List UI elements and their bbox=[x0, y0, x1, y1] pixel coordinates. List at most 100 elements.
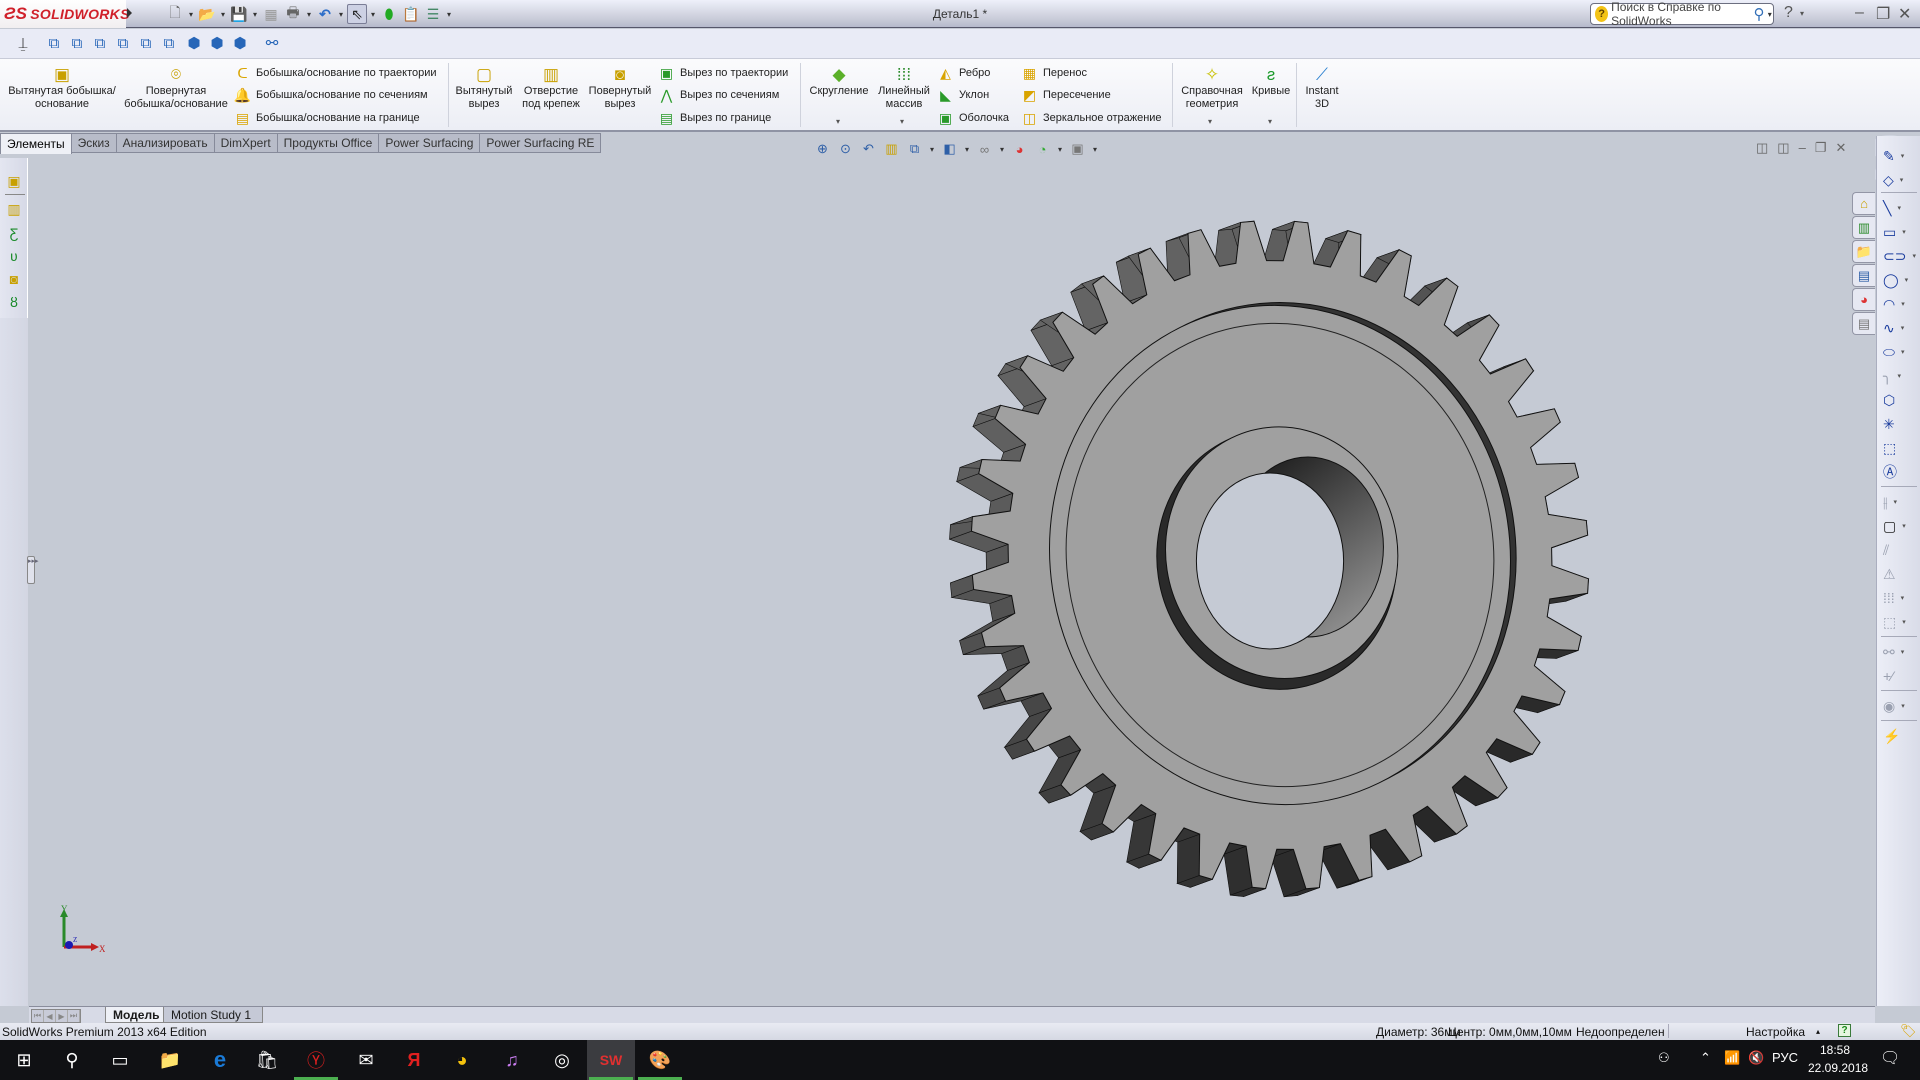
viewport-minimize-icon[interactable]: – bbox=[1799, 140, 1806, 156]
grid-icon[interactable]: ▦ bbox=[261, 4, 281, 24]
viewport-close-icon[interactable]: ✕ bbox=[1835, 140, 1846, 156]
customize-arrow-icon[interactable]: ▴ bbox=[1816, 1027, 1820, 1036]
view-selector-icon[interactable]: ⚯ bbox=[262, 33, 282, 53]
close-icon[interactable]: ✕ bbox=[1898, 4, 1911, 24]
file-explorer-icon[interactable]: 📁 bbox=[1852, 240, 1875, 263]
instant3d-button[interactable]: ⟋ Instant 3D bbox=[1300, 65, 1344, 111]
yandex-icon[interactable]: Я bbox=[390, 1040, 438, 1080]
network-icon[interactable]: 📶 bbox=[1724, 1050, 1740, 1066]
arc-icon[interactable]: ◠ ▾ bbox=[1883, 294, 1915, 314]
itunes-icon[interactable]: ♫ bbox=[488, 1040, 536, 1080]
add-relation-icon[interactable]: +⁄ bbox=[1883, 666, 1915, 686]
design-library-icon[interactable]: ▥ bbox=[1852, 216, 1875, 239]
chrome-icon[interactable]: ◕ bbox=[438, 1040, 486, 1080]
split-left-icon[interactable]: ◫ bbox=[1756, 140, 1768, 156]
shell-button[interactable]: ▣ Оболочка bbox=[937, 108, 1009, 128]
first-tab-icon[interactable]: ⏮ bbox=[32, 1010, 44, 1022]
help-icon[interactable]: ? bbox=[1784, 4, 1793, 22]
options-dropdown[interactable]: ▾ bbox=[445, 10, 453, 19]
intersect-button[interactable]: ◩ Пересечение bbox=[1021, 85, 1111, 105]
tab-5[interactable]: Power Surfacing bbox=[379, 133, 481, 153]
restore-icon[interactable]: ❐ bbox=[1876, 4, 1890, 24]
rapid-sketch-icon[interactable]: ⚡ bbox=[1883, 726, 1915, 746]
apply-scene-icon[interactable]: ◔ bbox=[1033, 140, 1052, 159]
repair-sketch-icon[interactable]: ◉ ▾ bbox=[1883, 696, 1915, 716]
boundary-boss-button[interactable]: ▤ Бобышка/основание на границе bbox=[234, 108, 420, 128]
smart-dimension-icon[interactable]: ◇ ▾ bbox=[1883, 170, 1915, 190]
rectangle-icon[interactable]: ▭ ▾ bbox=[1883, 222, 1915, 242]
swept-boss-button[interactable]: ᑕ Бобышка/основание по траектории bbox=[234, 63, 436, 83]
display-relations-icon[interactable]: ⚯ ▾ bbox=[1883, 642, 1915, 662]
display-style-icon[interactable]: ◧ bbox=[940, 140, 959, 159]
ellipse-icon[interactable]: ⬭ ▾ bbox=[1883, 342, 1915, 362]
fillet-dropdown[interactable]: ▾ bbox=[836, 117, 840, 126]
traffic-light-icon[interactable]: ⬮ bbox=[379, 4, 399, 24]
start-icon[interactable]: ⊞ bbox=[0, 1040, 48, 1080]
undo-dropdown[interactable]: ▾ bbox=[337, 10, 345, 19]
reference-geometry-button[interactable]: ✧ Справочная геометрия bbox=[1176, 65, 1248, 111]
revolved-cut-button[interactable]: ◙ Повернутый вырез bbox=[584, 65, 656, 111]
select-dropdown[interactable]: ▾ bbox=[369, 10, 377, 19]
paint-icon[interactable]: 🎨 bbox=[636, 1040, 684, 1080]
convert-entities-icon[interactable]: ▢ ▾ bbox=[1883, 516, 1915, 536]
edge-icon[interactable]: e bbox=[196, 1040, 244, 1080]
next-tab-icon[interactable]: ▶ bbox=[56, 1010, 68, 1022]
hide-show-items-icon[interactable]: ∞ bbox=[975, 140, 994, 159]
trim-icon[interactable]: ⫲ ▾ bbox=[1883, 492, 1915, 512]
tab-6[interactable]: Power Surfacing RE bbox=[480, 133, 602, 153]
file-explorer-taskbar-icon[interactable]: 📁 bbox=[146, 1040, 194, 1080]
curves-dropdown[interactable]: ▾ bbox=[1268, 117, 1272, 126]
point-icon[interactable]: ✳ bbox=[1883, 414, 1915, 434]
tab-0[interactable]: Элементы bbox=[0, 133, 72, 154]
hide-show-dropdown[interactable]: ▾ bbox=[998, 145, 1006, 154]
slot-icon[interactable]: ⊂⊃ ▾ bbox=[1883, 246, 1916, 266]
open-folder-icon[interactable]: 📂 bbox=[197, 4, 217, 24]
groove-icon[interactable]: ◎ bbox=[538, 1040, 586, 1080]
surface-icon[interactable]: ▣ bbox=[5, 172, 23, 190]
lofted-boss-button[interactable]: 🔔 Бобышка/основание по сечениям bbox=[234, 85, 428, 105]
trimetric-icon[interactable]: ⬢ bbox=[207, 33, 227, 53]
quick-tips-icon[interactable]: ? bbox=[1838, 1024, 1851, 1037]
people-icon[interactable]: ⚇ bbox=[1658, 1050, 1670, 1066]
new-file-icon[interactable]: 🗋 bbox=[165, 4, 185, 24]
helix-icon[interactable]: ȣ bbox=[5, 293, 23, 311]
print-dropdown[interactable]: ▾ bbox=[305, 10, 313, 19]
tab-1[interactable]: Эскиз bbox=[71, 133, 117, 153]
draft-button[interactable]: ◣ Уклон bbox=[937, 85, 989, 105]
dimetric-icon[interactable]: ⬢ bbox=[230, 33, 250, 53]
linear-pattern-button[interactable]: ⁞⁞⁞ Линейный массив bbox=[872, 65, 936, 111]
mirror-entities-icon[interactable]: ⚠ bbox=[1883, 564, 1915, 584]
menu-expand-arrow-icon[interactable] bbox=[127, 8, 132, 18]
offset-icon[interactable]: ⫽ bbox=[1883, 540, 1915, 560]
normal-to-icon[interactable]: ⍊ bbox=[13, 33, 33, 53]
tab-3[interactable]: DimXpert bbox=[214, 133, 278, 153]
view-settings-dropdown[interactable]: ▾ bbox=[1091, 145, 1099, 154]
bottom-view-icon[interactable]: ⧉ bbox=[159, 33, 179, 53]
open-dropdown[interactable]: ▾ bbox=[219, 10, 227, 19]
spline-icon[interactable]: ∿ ▾ bbox=[1883, 318, 1915, 338]
section-view-icon[interactable]: ▥ bbox=[882, 140, 901, 159]
new-dropdown[interactable]: ▾ bbox=[187, 10, 195, 19]
solidworks-taskbar-icon[interactable]: SW bbox=[587, 1040, 635, 1080]
action-center-icon[interactable]: 🗨 bbox=[1880, 1048, 1900, 1068]
spline-curve-icon[interactable]: ʋ bbox=[5, 247, 23, 265]
save-icon[interactable]: 💾 bbox=[229, 4, 249, 24]
zoom-to-area-icon[interactable]: ⊙ bbox=[836, 140, 855, 159]
undo-icon[interactable]: ↶ bbox=[315, 4, 335, 24]
split-right-icon[interactable]: ◫ bbox=[1777, 140, 1789, 156]
swept-cut-button[interactable]: ▣ Вырез по траектории bbox=[658, 63, 788, 83]
isometric-icon[interactable]: ⬢ bbox=[184, 33, 204, 53]
clock-time[interactable]: 18:58 bbox=[1820, 1043, 1850, 1057]
projected-curve-icon[interactable]: Ƹ bbox=[5, 224, 23, 242]
mail-icon[interactable]: ✉ bbox=[342, 1040, 390, 1080]
extruded-cut-button[interactable]: ▢ Вытянутый вырез bbox=[452, 65, 516, 111]
curves-button[interactable]: ƨ Кривые bbox=[1248, 65, 1294, 98]
customize-button[interactable]: Настройка bbox=[1746, 1025, 1805, 1039]
mirror-button[interactable]: ◫ Зеркальное отражение bbox=[1021, 108, 1162, 128]
help-dropdown[interactable]: ▾ bbox=[1800, 9, 1804, 18]
linear-sketch-pattern-icon[interactable]: ⁞⁞⁞ ▾ bbox=[1883, 588, 1915, 608]
right-view-icon[interactable]: ⧉ bbox=[113, 33, 133, 53]
cursor-icon[interactable]: ⇖ bbox=[347, 4, 367, 24]
help-search-input[interactable]: ? Поиск в Справке по SolidWorks ⚲ ▾ bbox=[1590, 0, 1774, 28]
custom-properties-icon[interactable]: ▤ bbox=[1852, 312, 1875, 335]
